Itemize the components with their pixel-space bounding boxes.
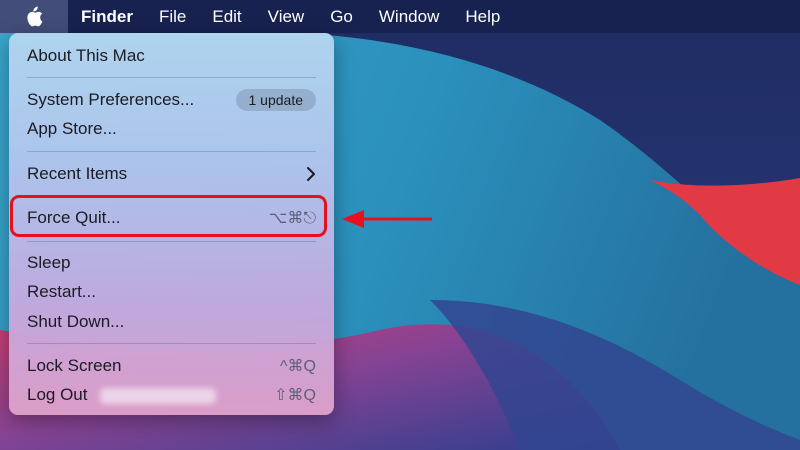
menu-window[interactable]: Window bbox=[366, 0, 452, 33]
apple-menu-button[interactable] bbox=[0, 0, 68, 33]
menu-file[interactable]: File bbox=[146, 0, 199, 33]
blurred-username bbox=[100, 388, 216, 404]
chevron-right-icon bbox=[307, 167, 315, 181]
update-badge: 1 update bbox=[235, 89, 316, 111]
log-out-shortcut: ⇧⌘Q bbox=[274, 387, 316, 404]
menu-finder[interactable]: Finder bbox=[68, 0, 146, 33]
menu-item-about[interactable]: About This Mac bbox=[9, 42, 334, 70]
menu-item-sleep-label: Sleep bbox=[27, 253, 71, 272]
menu-separator bbox=[27, 343, 316, 344]
menu-item-log-out[interactable]: Log Out ⇧⌘Q bbox=[9, 381, 334, 409]
menu-help[interactable]: Help bbox=[452, 0, 513, 33]
menu-separator bbox=[27, 151, 316, 152]
force-quit-highlight-box bbox=[10, 195, 327, 237]
menu-item-lock-screen[interactable]: Lock Screen ^⌘Q bbox=[9, 352, 334, 380]
apple-logo-icon bbox=[27, 6, 43, 27]
menu-go[interactable]: Go bbox=[317, 0, 366, 33]
menu-view[interactable]: View bbox=[255, 0, 318, 33]
menu-bar: Finder File Edit View Go Window Help bbox=[0, 0, 800, 33]
menu-item-app-store[interactable]: App Store... bbox=[9, 115, 334, 143]
menu-edit[interactable]: Edit bbox=[199, 0, 254, 33]
menu-item-shut-down-label: Shut Down... bbox=[27, 312, 125, 331]
menu-separator bbox=[27, 77, 316, 78]
red-arrow-annotation bbox=[342, 210, 432, 228]
menu-item-recent-items[interactable]: Recent Items bbox=[9, 160, 334, 188]
menu-item-shut-down[interactable]: Shut Down... bbox=[9, 308, 334, 336]
menu-item-lock-screen-label: Lock Screen bbox=[27, 356, 122, 375]
menu-item-app-store-label: App Store... bbox=[27, 119, 117, 138]
menu-item-restart[interactable]: Restart... bbox=[9, 278, 334, 306]
menu-item-sleep[interactable]: Sleep bbox=[9, 249, 334, 277]
menu-item-about-label: About This Mac bbox=[27, 46, 145, 65]
menu-separator bbox=[27, 241, 316, 242]
lock-screen-shortcut: ^⌘Q bbox=[280, 358, 316, 375]
menu-item-restart-label: Restart... bbox=[27, 282, 96, 301]
menu-item-system-preferences[interactable]: System Preferences... 1 update bbox=[9, 86, 334, 114]
apple-menu-dropdown: About This Mac System Preferences... 1 u… bbox=[9, 33, 334, 415]
menu-item-log-out-label: Log Out bbox=[27, 385, 88, 404]
menu-item-recent-items-label: Recent Items bbox=[27, 164, 128, 183]
menu-item-system-preferences-label: System Preferences... bbox=[27, 90, 195, 109]
